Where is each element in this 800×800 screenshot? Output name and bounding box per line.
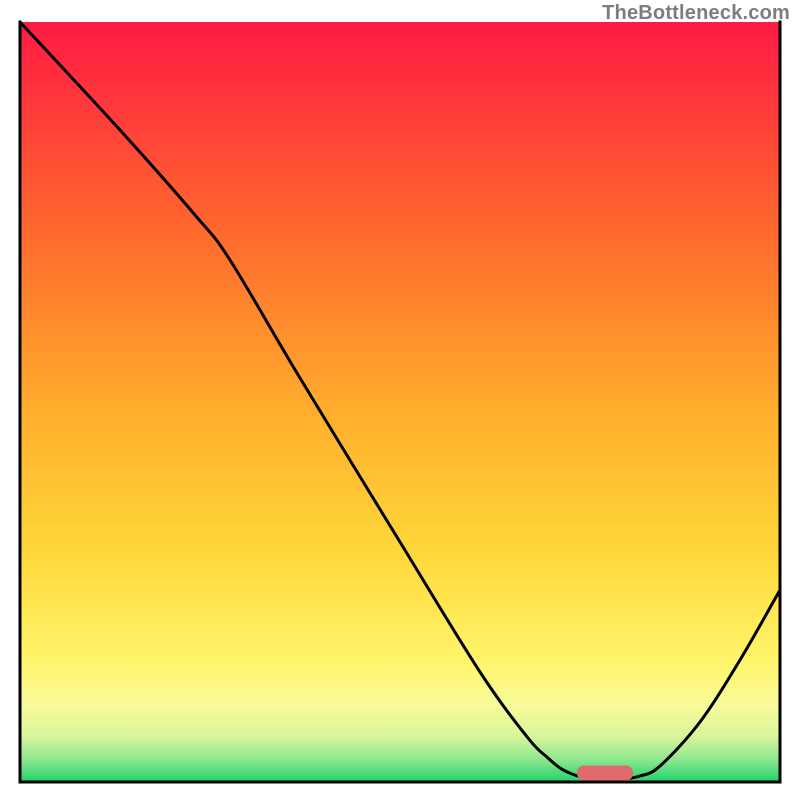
- plot-background: [20, 22, 780, 782]
- chart-wrap: { "watermark": "TheBottleneck.com", "cha…: [0, 0, 800, 800]
- optimal-marker: [577, 766, 633, 781]
- chart-svg: [0, 0, 800, 800]
